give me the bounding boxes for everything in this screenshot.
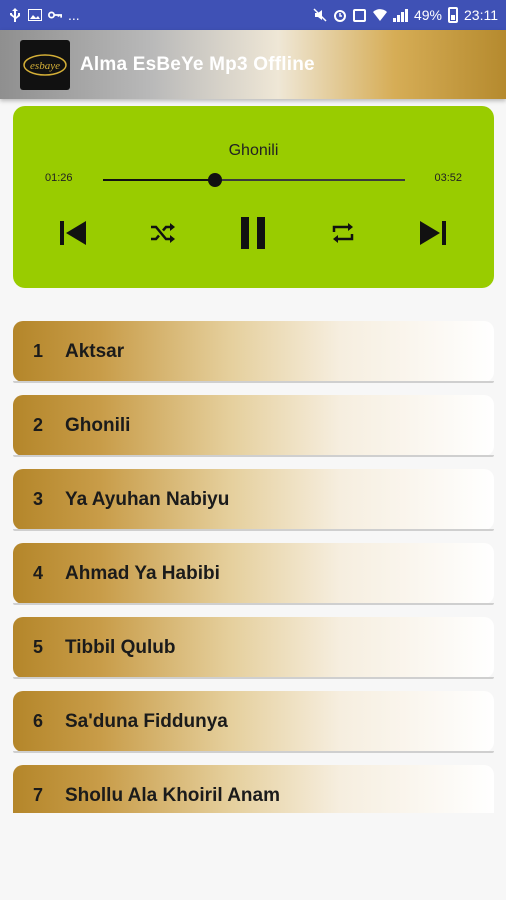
player-card: Ghonili 01:26 03:52 — [13, 106, 494, 288]
usb-icon — [8, 8, 22, 22]
list-item[interactable]: 3 Ya Ayuhan Nabiyu — [13, 469, 494, 531]
track-number: 4 — [32, 563, 43, 583]
track-title: Ahmad Ya Habibi — [65, 562, 220, 584]
current-time: 01:26 — [45, 172, 73, 184]
track-title: Shollu Ala Khoiril Anam — [65, 784, 280, 806]
shuffle-icon — [151, 223, 175, 243]
app-bar: esbaye Alma EsBeYe Mp3 Offline — [0, 30, 506, 99]
app-title: Alma EsBeYe Mp3 Offline — [80, 53, 315, 75]
skip-previous-icon — [60, 221, 86, 245]
app-logo: esbaye — [20, 39, 70, 90]
track-title: Ya Ayuhan Nabiyu — [65, 488, 230, 510]
now-playing-title: Ghonili — [228, 142, 279, 159]
sim-icon — [353, 8, 367, 22]
track-title: Sa'duna Fiddunya — [65, 710, 228, 732]
status-bar-right: 49% 23:11 — [313, 7, 498, 23]
list-item[interactable]: 5 Tibbil Qulub — [13, 617, 494, 679]
track-title: Tibbil Qulub — [65, 636, 176, 658]
pause-button[interactable] — [233, 213, 273, 253]
status-bar-left: ... — [8, 7, 80, 23]
pause-icon — [241, 217, 265, 249]
total-time: 03:52 — [434, 172, 462, 184]
track-number: 5 — [32, 637, 43, 657]
mute-icon — [313, 8, 327, 22]
track-number: 6 — [32, 711, 43, 731]
skip-next-icon — [420, 221, 446, 245]
list-item[interactable]: 2 Ghonili — [13, 395, 494, 457]
image-icon — [28, 8, 42, 22]
next-button[interactable] — [413, 213, 453, 253]
playlist: 1 Aktsar 2 Ghonili 3 Ya Ayuhan Nabiyu 4 … — [13, 321, 494, 813]
seek-bar[interactable] — [103, 173, 405, 187]
track-number: 7 — [32, 785, 43, 805]
track-title: Ghonili — [65, 414, 131, 436]
seek-thumb[interactable] — [207, 173, 222, 187]
list-item[interactable]: 6 Sa'duna Fiddunya — [13, 691, 494, 753]
battery-percent: 49% — [413, 7, 442, 23]
track-number: 2 — [32, 415, 43, 435]
list-item[interactable]: 1 Aktsar — [13, 321, 494, 383]
seek-progress — [103, 179, 215, 181]
key-icon — [48, 8, 62, 22]
repeat-button[interactable] — [323, 213, 363, 253]
status-more-text: ... — [68, 7, 80, 23]
repeat-icon — [332, 223, 354, 243]
wifi-icon — [372, 8, 387, 22]
track-title: Aktsar — [65, 340, 125, 362]
shuffle-button[interactable] — [143, 213, 183, 253]
alarm-icon — [333, 8, 347, 22]
previous-button[interactable] — [53, 213, 93, 253]
status-bar: ... 49% 23:11 — [0, 0, 506, 30]
battery-icon — [448, 7, 458, 23]
list-item[interactable]: 7 Shollu Ala Khoiril Anam — [13, 765, 494, 813]
list-item[interactable]: 4 Ahmad Ya Habibi — [13, 543, 494, 605]
track-number: 3 — [32, 489, 43, 509]
status-time: 23:11 — [464, 7, 498, 23]
logo-graphic: esbaye — [23, 53, 67, 76]
logo-text: esbaye — [30, 60, 60, 72]
track-number: 1 — [32, 341, 43, 361]
signal-icon — [392, 8, 408, 22]
